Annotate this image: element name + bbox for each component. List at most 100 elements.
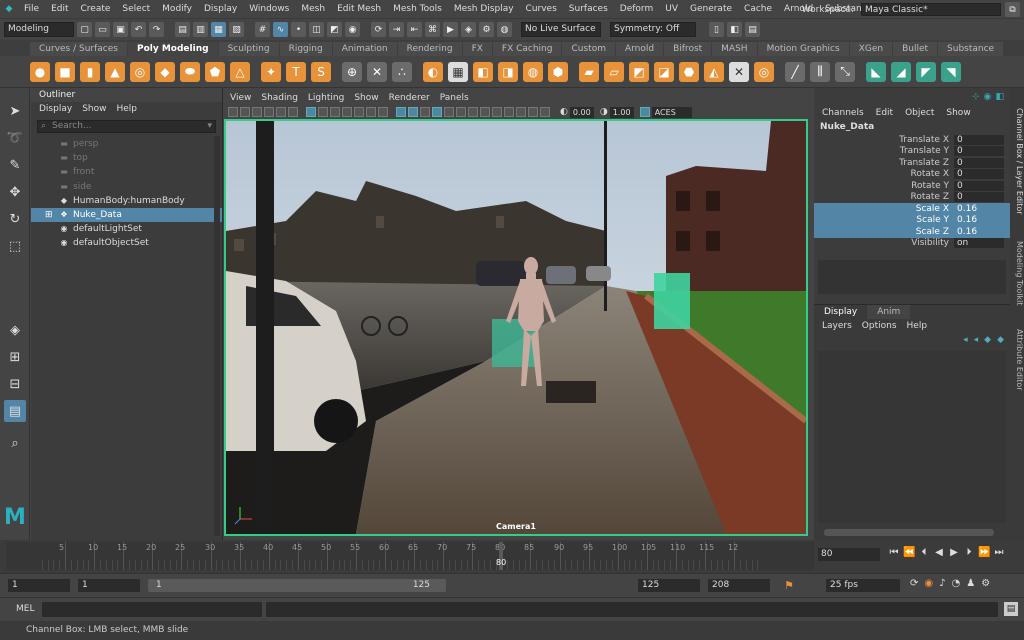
menu-surfaces[interactable]: Surfaces: [563, 4, 614, 14]
viewport-menu-lighting[interactable]: Lighting: [308, 92, 344, 105]
playback-start-field[interactable]: 1: [78, 579, 140, 592]
outliner-scrollbar[interactable]: [214, 136, 220, 536]
snap-view-icon[interactable]: ◫: [309, 22, 324, 37]
shelf-tab-fx-caching[interactable]: FX Caching: [492, 42, 562, 56]
outliner-layout-icon[interactable]: ▤: [4, 400, 26, 422]
render-frame-icon[interactable]: ▶: [443, 22, 458, 37]
command-input[interactable]: [42, 602, 262, 617]
camera-attrs-icon[interactable]: [240, 107, 250, 117]
channel-box-menu-channels[interactable]: Channels: [822, 106, 864, 120]
go-to-end-icon[interactable]: ⏭: [993, 546, 1005, 560]
expand-icon[interactable]: ⊞: [45, 210, 55, 220]
exposure-field[interactable]: 0.00: [569, 106, 594, 118]
channel-box-menu-show[interactable]: Show: [946, 106, 970, 120]
xray-joints-icon[interactable]: [528, 107, 538, 117]
menu-file[interactable]: File: [18, 4, 45, 14]
color-space-field[interactable]: ACES 1.0: [651, 106, 692, 128]
channel-value[interactable]: 0.16: [954, 203, 1004, 214]
shelf-tab-animation[interactable]: Animation: [332, 42, 397, 56]
textured-icon[interactable]: [432, 107, 442, 117]
channel-value[interactable]: on: [954, 238, 1004, 249]
time-ruler[interactable]: 5 10 15 20 25 30 35 40 45 50 55 60 65 70 75 80 85 90 95 100…: [6, 542, 814, 570]
axis-icon[interactable]: ⊹: [972, 92, 980, 102]
target-weld-icon[interactable]: ⤡: [835, 61, 855, 82]
anim-prefs-icon[interactable]: ⚙: [981, 578, 990, 589]
step-back-frame-icon[interactable]: ⏴: [918, 546, 930, 560]
menu-generate[interactable]: Generate: [684, 4, 738, 14]
smooth-icon[interactable]: ∴: [392, 61, 412, 82]
attribute-editor-icon[interactable]: ▤: [745, 22, 760, 37]
combine-icon[interactable]: ⊕: [342, 61, 362, 82]
auto-key-icon[interactable]: ◉: [924, 578, 933, 589]
move-tool-icon[interactable]: ✥: [4, 181, 26, 203]
poly-type-icon[interactable]: T: [286, 61, 306, 82]
viewport-menu-show[interactable]: Show: [354, 92, 378, 105]
outliner-item-defaultlightset[interactable]: ◉ defaultLightSet: [31, 222, 222, 236]
menu-mesh-tools[interactable]: Mesh Tools: [387, 4, 448, 14]
resolution-gate-icon[interactable]: [330, 107, 340, 117]
grease-pencil-icon[interactable]: [288, 107, 298, 117]
insert-edge-loop-icon[interactable]: ⫼: [810, 61, 830, 82]
redo-icon[interactable]: ↷: [149, 22, 164, 37]
rotate-tool-icon[interactable]: ↻: [4, 208, 26, 230]
channel-translate-x[interactable]: Translate X 0: [814, 134, 1010, 146]
menu-display[interactable]: Display: [198, 4, 243, 14]
super-shape-icon[interactable]: ✦: [261, 61, 281, 82]
live-surface-field[interactable]: No Live Surface: [521, 22, 601, 37]
outliner-item-persp[interactable]: ▬ persp: [31, 137, 222, 151]
paint-select-icon[interactable]: ✎: [4, 154, 26, 176]
channel-value[interactable]: 0: [954, 134, 1004, 145]
channel-scale-z[interactable]: Scale Z 0.16: [814, 226, 1010, 238]
single-view-icon[interactable]: ◈: [4, 319, 26, 341]
svg-icon[interactable]: S: [311, 61, 331, 82]
select-tool-icon[interactable]: ➤: [4, 100, 26, 122]
viewport-menu-view[interactable]: View: [230, 92, 251, 105]
move-layer-down-icon[interactable]: ◂: [974, 335, 979, 345]
modeling-toolkit-icon[interactable]: ◧: [727, 22, 742, 37]
layer-menu-layers[interactable]: Layers: [822, 319, 852, 333]
new-layer-icon[interactable]: ◆: [984, 335, 991, 345]
shelf-tab-xgen[interactable]: XGen: [849, 42, 893, 56]
current-frame-field[interactable]: 80: [818, 548, 880, 561]
workspace-dropdown[interactable]: Maya Classic*: [861, 3, 1001, 16]
key-icon[interactable]: ⚑: [784, 579, 794, 592]
layer-menu-options[interactable]: Options: [862, 319, 897, 333]
menu-deform[interactable]: Deform: [614, 4, 659, 14]
symmetry-dropdown[interactable]: Symmetry: Off: [610, 22, 696, 37]
shelf-tab-poly-modeling[interactable]: Poly Modeling: [127, 42, 218, 56]
separate-icon[interactable]: ✕: [367, 61, 387, 82]
new-layer-selected-icon[interactable]: ◆: [997, 335, 1004, 345]
extrude-icon[interactable]: ▰: [579, 61, 599, 82]
menu-curves[interactable]: Curves: [520, 4, 563, 14]
poly-disc-icon[interactable]: ⬬: [180, 61, 200, 82]
viewport[interactable]: Camera1: [224, 119, 808, 536]
shelf-tab-substance[interactable]: Substance: [938, 42, 1004, 56]
viewport-menu-shading[interactable]: Shading: [261, 92, 298, 105]
scene-start-field[interactable]: 1: [8, 579, 70, 592]
gamma-field[interactable]: 1.00: [609, 106, 634, 118]
shelf-tab-rendering[interactable]: Rendering: [397, 42, 462, 56]
play-backward-icon[interactable]: ◀: [933, 546, 945, 560]
select-hierarchy-icon[interactable]: ▤: [175, 22, 190, 37]
outliner-menu-show[interactable]: Show: [82, 102, 106, 116]
multi-cut-icon[interactable]: ╱: [785, 61, 805, 82]
channel-rotate-x[interactable]: Rotate X 0: [814, 169, 1010, 181]
shelf-tab-curves-surfaces[interactable]: Curves / Surfaces: [30, 42, 127, 56]
poly-cone-icon[interactable]: ▲: [105, 61, 125, 82]
shelf-tab-bullet[interactable]: Bullet: [893, 42, 938, 56]
boolean-union-icon[interactable]: ▦: [448, 61, 468, 82]
nuke-data-cube-right[interactable]: [654, 273, 690, 329]
outliner-item-nuke-data[interactable]: ⊞ ❖ Nuke_Data: [31, 207, 222, 223]
smooth-shade-icon[interactable]: [408, 107, 418, 117]
channel-box-menu-edit[interactable]: Edit: [876, 106, 893, 120]
outliner-item-side[interactable]: ▬ side: [31, 180, 222, 194]
wireframe-icon[interactable]: [396, 107, 406, 117]
outliner-search-input[interactable]: ⌕ Search... ▾: [37, 120, 216, 133]
reduce-icon[interactable]: ⬢: [548, 61, 568, 82]
sidebar-toggle-icon[interactable]: ▯: [709, 22, 724, 37]
shelf-tab-sculpting[interactable]: Sculpting: [218, 42, 279, 56]
snap-grid-icon[interactable]: #: [255, 22, 270, 37]
outliner-item-humanbody-humanbody[interactable]: ◆ HumanBody:humanBody: [31, 194, 222, 208]
hypershade-icon[interactable]: ◍: [497, 22, 512, 37]
poly-plane-icon[interactable]: ◆: [155, 61, 175, 82]
